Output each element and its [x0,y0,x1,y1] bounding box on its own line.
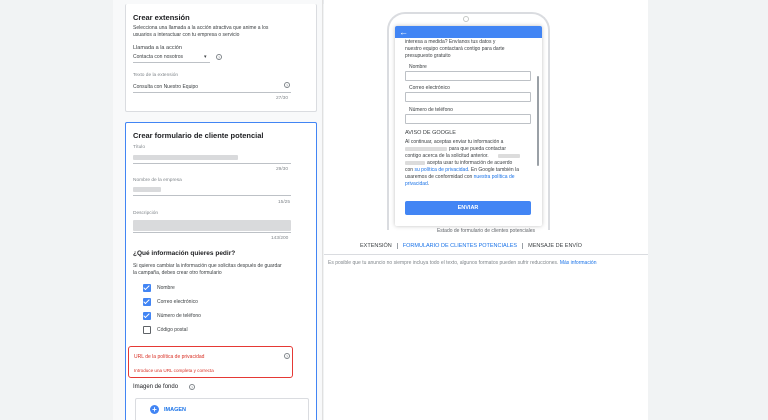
cta-select-value[interactable]: Contacta con nosotros [133,54,183,60]
preview-divider [324,254,648,255]
title-field-label: Título [133,145,145,150]
redacted-business [498,154,520,158]
checkbox-phone-label: Número de teléfono [157,313,201,319]
send-button[interactable]: ENVIAR [405,201,531,215]
preview-intro-1: interesa a medida? Envíanos tus datos y [405,39,496,45]
business-name-label: Nombre de la empresa [133,178,182,183]
phone-speaker [463,16,469,22]
preview-footnote: Es posible que tu anuncio no siempre inc… [328,260,597,266]
description-counter: 143/200 [271,236,289,241]
screen-header: ← [395,26,542,38]
notice-line-5: con su política de privacidad. En Google… [405,167,519,173]
background-image-label: Imagen de fondo [133,384,179,390]
checkbox-postal-code[interactable] [143,326,151,334]
preview-intro-3: presupuesto gratuito [405,53,451,59]
ext-text-input[interactable]: Consulta con Nuestro Equipo [133,84,198,90]
question-note: Si quieres cambiar la información que so… [133,263,282,269]
checkbox-phone[interactable] [143,312,151,320]
checkbox-email-label: Correo electrónico [157,299,198,305]
preview-tabs: EXTENSIÓN FORMULARIO DE CLIENTES POTENCI… [355,241,587,251]
screen-scrollbar[interactable] [537,76,539,166]
question-heading: ¿Qué información quieres pedir? [133,250,236,257]
redacted-business [405,161,425,165]
preview-field-name-label: Nombre [409,64,427,70]
redacted-business-value[interactable] [133,187,161,192]
help-icon[interactable]: ? [284,353,290,359]
phone-screen: ← interesa a medida? Envíanos tus datos … [395,26,542,226]
extension-card-title: Crear extensión [133,13,190,22]
preview-field-email-label: Correo electrónico [409,85,450,91]
tab-extension[interactable]: EXTENSIÓN [355,243,397,249]
preview-intro-2: nuestro equipo contactará contigo para d… [405,46,505,52]
google-privacy-link-2[interactable]: privacidad [405,181,428,187]
help-icon[interactable]: ? [216,54,222,60]
preview-field-phone[interactable] [405,114,531,124]
help-icon[interactable]: ? [284,82,290,88]
extension-description-2: usuarios a interactuar con tu empresa o … [133,32,240,38]
description-underline [133,232,291,233]
cta-select-underline [133,62,210,63]
business-underline [133,195,291,196]
image-upload-box: + IMAGEN [135,398,309,420]
preview-field-email[interactable] [405,92,531,102]
lead-form-title: Crear formulario de cliente potencial [133,131,264,140]
title-counter: 29/30 [276,167,289,172]
redacted-description-value[interactable] [133,220,291,231]
help-icon[interactable]: ? [189,384,195,390]
preview-field-phone-label: Número de teléfono [409,107,453,113]
privacy-url-error: Introduce una URL completa y correcta [134,368,214,373]
left-background [0,0,113,420]
privacy-link[interactable]: su política de privacidad [414,167,468,173]
notice-line-7: privacidad. [405,181,430,187]
notice-line-6: usaremos de conformidad con nuestra polí… [405,174,515,180]
more-info-link[interactable]: Más información [560,260,597,266]
privacy-url-label[interactable]: URL de la política de privacidad [134,354,204,360]
extension-description: Selecciona una llamada a la acción atrac… [133,25,269,31]
checkbox-name[interactable] [143,284,151,292]
business-counter: 15/25 [278,200,291,205]
checkbox-email[interactable] [143,298,151,306]
ext-text-underline [133,92,291,93]
tab-submit-message[interactable]: MENSAJE DE ENVÍO [523,243,587,249]
checkbox-name-label: Nombre [157,285,175,291]
google-notice-title: AVISO DE GOOGLE [405,130,456,136]
plus-icon[interactable]: + [150,405,159,414]
tab-lead-form[interactable]: FORMULARIO DE CLIENTES POTENCIALES [398,243,522,249]
checkbox-postal-code-label: Código postal [157,327,188,333]
preview-field-name[interactable] [405,71,531,81]
notice-line-4: acepta usar tu información de acuerdo [427,160,513,166]
back-arrow-icon[interactable]: ← [399,27,408,37]
title-underline [133,163,291,164]
image-button[interactable]: IMAGEN [164,407,186,413]
notice-line-1: Al continuar, aceptas enviar tu informac… [405,139,504,145]
ext-text-counter: 27/30 [276,96,289,101]
ext-text-label: Texto de la extensión [133,73,179,78]
right-background [648,0,768,420]
redacted-business [405,147,447,151]
notice-line-2: para que pueda contactar [449,146,506,152]
redacted-title-value[interactable] [133,155,238,160]
google-privacy-link[interactable]: nuestra política de [474,174,515,180]
privacy-url-error-highlight [128,346,293,378]
description-label: Descripción [133,211,159,216]
cta-label: Llamada a la acción [133,45,182,51]
chevron-down-icon[interactable]: ▾ [204,54,207,60]
question-note-2: la campaña, debes crear otro formulario [133,270,222,276]
notice-line-3: contigo acerca de la solicitud anterior. [405,153,489,159]
preview-caption: Estado de formulario de clientes potenci… [436,228,536,234]
